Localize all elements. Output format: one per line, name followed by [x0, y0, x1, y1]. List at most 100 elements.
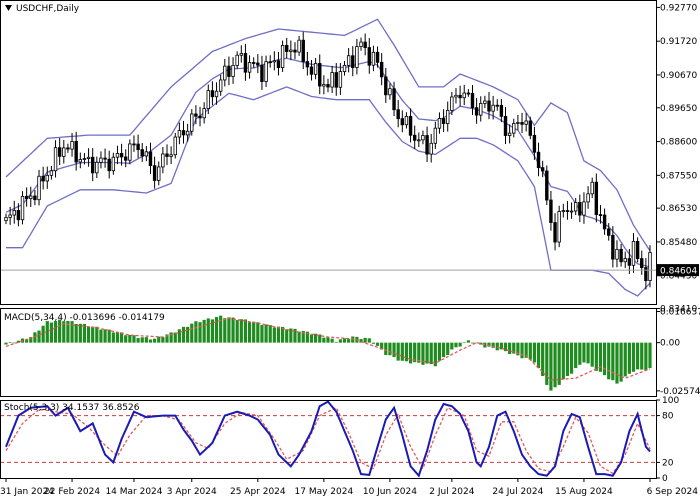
macd-histogram-bar	[623, 342, 627, 377]
stoch-signal-line	[5, 406, 651, 475]
macd-histogram-bar	[198, 322, 202, 343]
candle	[90, 148, 95, 182]
chart-canvas: 0.92770 0.91720 0.90670 0.89650 0.88600 0.875…	[0, 0, 700, 497]
candle	[49, 165, 54, 180]
macd-histogram-bar	[392, 342, 396, 358]
macd-histogram-bar	[611, 342, 615, 381]
candle	[446, 101, 450, 132]
candle-body	[479, 103, 483, 116]
macd-histogram-bar	[367, 338, 371, 343]
price-axis-label: 0.89650	[660, 104, 697, 114]
candle	[239, 45, 244, 63]
macd-histogram-bar	[136, 338, 140, 343]
candle-body	[462, 92, 466, 99]
stoch-axis-label: 80	[662, 412, 674, 422]
macd-signal-line	[5, 317, 651, 381]
candle	[128, 139, 132, 165]
candle-body	[285, 44, 289, 52]
macd-histogram-bar	[417, 342, 421, 363]
candle-body	[520, 122, 524, 125]
candle	[218, 74, 223, 96]
candle	[631, 233, 636, 273]
candle-body	[388, 88, 392, 96]
macd-histogram-bar	[532, 342, 537, 363]
candle-body	[16, 210, 21, 221]
candle	[540, 160, 545, 178]
candle-body	[62, 147, 66, 157]
candle-body	[24, 195, 29, 200]
candle	[29, 186, 33, 207]
macd-histogram-bar	[107, 329, 111, 343]
candle-body	[268, 61, 272, 64]
candle-body	[37, 175, 41, 201]
candle	[301, 31, 305, 70]
candle-body	[623, 258, 627, 263]
macd-histogram-bar	[375, 342, 380, 346]
candle-body	[190, 113, 194, 132]
macd-histogram-bar	[553, 342, 557, 388]
candle-body	[293, 49, 297, 53]
candle	[441, 109, 446, 132]
candle-body	[470, 92, 475, 109]
macd-histogram-bar	[177, 329, 181, 343]
candle	[363, 33, 367, 56]
candle	[78, 152, 83, 169]
macd-histogram-bar	[132, 335, 136, 343]
macd-histogram-bar	[549, 342, 553, 391]
macd-histogram-bar	[91, 326, 95, 343]
macd-histogram-bar	[99, 329, 103, 343]
macd-histogram-bar	[95, 326, 99, 343]
candle-body	[565, 210, 570, 212]
candle-body	[124, 156, 128, 161]
macd-histogram-bar	[4, 342, 8, 345]
candle	[322, 75, 326, 95]
candle-body	[640, 258, 644, 268]
candle	[243, 43, 248, 81]
candle-body	[247, 62, 252, 73]
macd-histogram-bar	[408, 342, 413, 364]
macd-histogram-bar	[462, 342, 466, 344]
candle	[334, 63, 338, 96]
candle-body	[173, 136, 177, 156]
candle-body	[235, 54, 239, 66]
candle	[124, 149, 128, 168]
candle	[594, 173, 599, 223]
candle	[408, 108, 413, 143]
candle	[293, 42, 297, 60]
candle	[235, 51, 239, 69]
macd-histogram-bar	[264, 324, 268, 343]
candle-body	[256, 62, 260, 66]
price-axis-label: 0.91720	[660, 37, 697, 47]
candle	[227, 56, 231, 86]
macd-histogram-bar	[252, 321, 256, 343]
macd-histogram-bar	[256, 322, 260, 343]
macd-axis-label: 0.016637	[660, 307, 700, 317]
candle-body	[66, 147, 70, 150]
candle	[24, 187, 29, 207]
candle	[549, 190, 553, 231]
candle-body	[239, 53, 244, 56]
candle-body	[264, 61, 268, 82]
candle	[512, 118, 516, 138]
candle-body	[590, 181, 594, 195]
candle	[388, 83, 392, 100]
candle-body	[322, 84, 326, 87]
candle	[20, 191, 25, 225]
candle	[326, 78, 330, 93]
price-axis-label: 0.85480	[660, 238, 697, 248]
macd-histogram-bar	[607, 342, 611, 380]
candle-body	[309, 66, 314, 75]
candle-body	[561, 210, 566, 212]
candle	[412, 125, 417, 149]
candle-body	[342, 64, 347, 72]
candle-body	[417, 139, 421, 142]
candle-body	[615, 248, 619, 260]
candle-body	[578, 202, 582, 216]
candle	[144, 146, 149, 162]
macd-histogram-bar	[495, 342, 499, 351]
candle	[417, 132, 421, 147]
candle	[272, 51, 277, 71]
time-axis-label: 24 Jul 2024	[492, 487, 543, 497]
candle-body	[289, 49, 293, 52]
time-axis-label: 15 Aug 2024	[555, 487, 613, 497]
